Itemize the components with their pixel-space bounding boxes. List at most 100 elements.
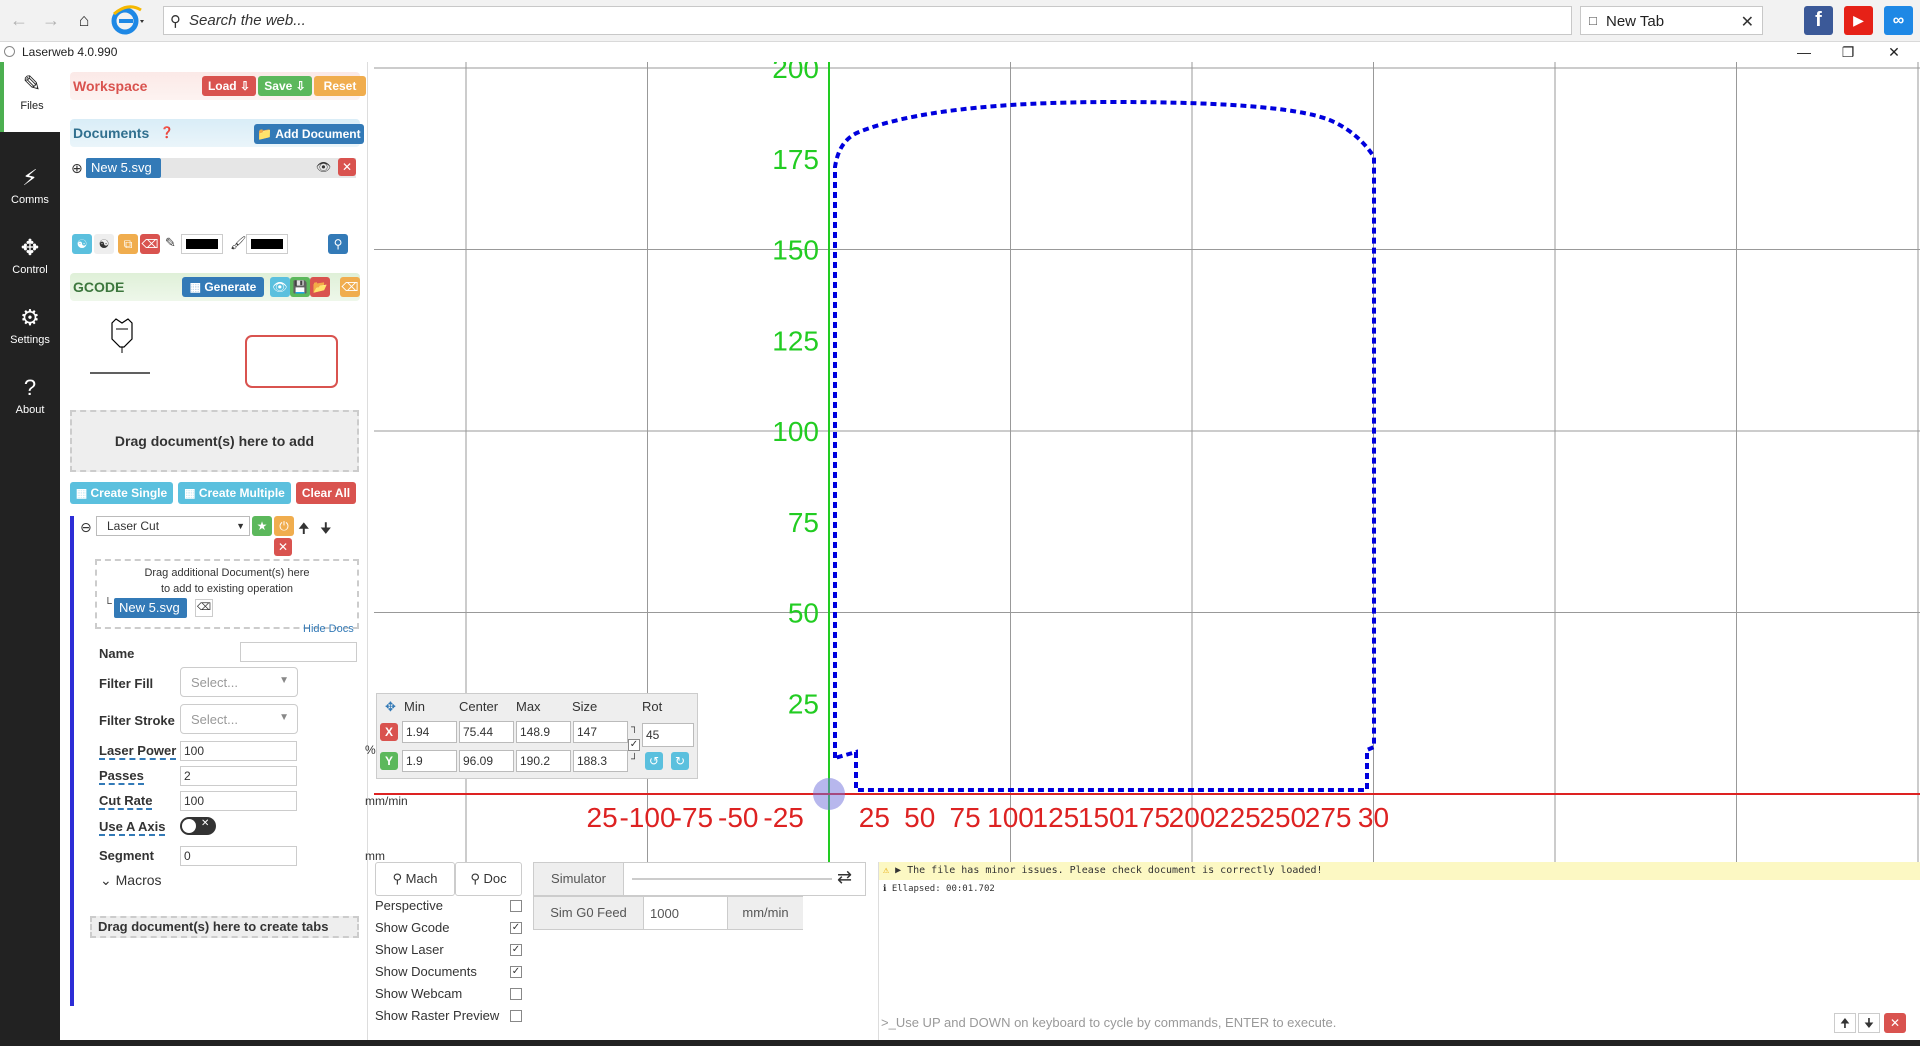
mach-view-button[interactable]: ⚲ Mach — [375, 862, 455, 896]
lock-aspect-checkbox[interactable]: ✓ — [628, 739, 640, 751]
extension-icon[interactable]: ∞ — [1884, 6, 1913, 35]
nav-files[interactable]: ✎ Files — [0, 62, 60, 132]
search-input[interactable] — [189, 10, 1559, 31]
name-field[interactable] — [240, 642, 357, 662]
reset-button[interactable]: Reset ⌫ — [314, 76, 366, 113]
nav-comms[interactable]: ⚡ Comms — [0, 156, 60, 226]
x-size-field[interactable] — [573, 721, 628, 743]
close-window-icon[interactable]: ✕ — [1874, 42, 1914, 62]
move-up-icon[interactable]: 🠉 — [298, 518, 310, 542]
doc-view-button[interactable]: ⚲ Doc — [455, 862, 522, 896]
view-option-row[interactable]: Show Documents ✓ — [375, 964, 522, 982]
document-shape-outline[interactable] — [833, 99, 1376, 792]
power-icon[interactable]: ⏻ — [274, 516, 294, 536]
swap-icon[interactable]: ⇄ — [837, 867, 852, 888]
forward-arrow-icon[interactable]: → — [40, 9, 62, 31]
history-down-icon[interactable]: 🠋 — [1858, 1013, 1880, 1033]
wand-icon[interactable]: ★ — [252, 516, 272, 536]
x-center-field[interactable] — [459, 721, 514, 743]
rotate-ccw-icon[interactable]: ↺ — [645, 752, 663, 770]
minimize-icon[interactable]: — — [1784, 42, 1824, 62]
select-all-icon[interactable]: ☯ — [72, 234, 92, 254]
view-option-checkbox[interactable] — [510, 900, 522, 912]
create-single-button[interactable]: ▦ Create Single — [70, 482, 173, 504]
filter-fill-select[interactable]: Select... ▼ — [180, 667, 298, 697]
expand-icon[interactable]: ⊕ — [71, 160, 83, 177]
facebook-icon[interactable]: f — [1804, 6, 1833, 35]
back-arrow-icon[interactable]: ← — [8, 9, 30, 31]
remove-document-icon[interactable]: ✕ — [338, 158, 356, 176]
clone-icon[interactable]: ⧉ — [118, 234, 138, 254]
search-bar[interactable]: ⚲ — [163, 6, 1572, 35]
zoom-search-icon[interactable]: ⚲ — [328, 234, 348, 254]
stroke-color-swatch[interactable] — [181, 234, 223, 254]
collapse-icon[interactable]: ⊖ — [80, 519, 92, 536]
view-option-checkbox[interactable] — [510, 988, 522, 1000]
view-option-checkbox[interactable]: ✓ — [510, 966, 522, 978]
view-option-checkbox[interactable]: ✓ — [510, 922, 522, 934]
command-input[interactable] — [895, 1015, 1796, 1030]
nav-control[interactable]: ✥ Control — [0, 226, 60, 296]
fill-color-swatch[interactable] — [246, 234, 288, 254]
nav-about[interactable]: ? About — [0, 366, 60, 436]
simulator-slider[interactable] — [632, 878, 832, 880]
y-size-field[interactable] — [573, 750, 628, 772]
sim-g0-feed-field[interactable] — [650, 903, 710, 923]
remove-doc-icon[interactable]: ⌫ — [195, 599, 213, 617]
y-min-field[interactable] — [402, 750, 457, 772]
filter-stroke-select[interactable]: Select... ▼ — [180, 704, 298, 734]
save-gcode-icon[interactable]: 💾 — [290, 277, 310, 297]
help-icon[interactable]: ❓ — [160, 126, 174, 139]
clear-console-icon[interactable]: ✕ — [1884, 1013, 1906, 1033]
nav-settings[interactable]: ⚙ Settings — [0, 296, 60, 366]
cut-rate-field[interactable] — [180, 791, 297, 811]
history-up-icon[interactable]: 🠉 — [1834, 1013, 1856, 1033]
operation-type-select[interactable]: Laser Cut ▼ — [96, 516, 250, 536]
deselect-icon[interactable]: ☯ — [94, 234, 114, 254]
view-option-row[interactable]: Show Webcam — [375, 986, 522, 1004]
document-drop-zone[interactable]: Drag document(s) here to add — [70, 410, 359, 472]
eye-icon[interactable]: 👁 — [316, 160, 331, 174]
view-option-row[interactable]: Show Gcode ✓ — [375, 920, 522, 938]
browser-logo-icon[interactable] — [111, 4, 145, 36]
rotate-cw-icon[interactable]: ↻ — [671, 752, 689, 770]
segment-field[interactable] — [180, 846, 297, 866]
view-option-row[interactable]: Show Laser ✓ — [375, 942, 522, 960]
clear-all-button[interactable]: Clear All — [296, 482, 356, 504]
rotation-field[interactable] — [642, 723, 694, 747]
close-tab-icon[interactable]: ✕ — [1741, 12, 1754, 32]
y-center-field[interactable] — [459, 750, 514, 772]
view-option-checkbox[interactable]: ✓ — [510, 944, 522, 956]
command-line[interactable]: >_ — [879, 1012, 1819, 1034]
view-gcode-icon[interactable]: 👁 — [270, 277, 290, 297]
x-max-field[interactable] — [516, 721, 571, 743]
use-a-axis-toggle[interactable]: ✕ — [180, 817, 216, 835]
load-gcode-icon[interactable]: 📂 — [310, 277, 330, 297]
view-option-row[interactable]: Perspective — [375, 898, 522, 916]
home-icon[interactable]: ⌂ — [73, 9, 95, 31]
passes-field[interactable] — [180, 766, 297, 786]
save-button[interactable]: Save ⇩ — [258, 76, 312, 96]
operation-document[interactable]: New 5.svg — [114, 598, 187, 618]
tabs-drop-zone[interactable]: Drag document(s) here to create tabs — [90, 916, 359, 938]
x-min-field[interactable] — [402, 721, 457, 743]
clear-gcode-icon[interactable]: ⌫ — [340, 277, 360, 297]
hide-docs-link[interactable]: Hide Docs — [303, 623, 354, 635]
view-option-checkbox[interactable] — [510, 1010, 522, 1022]
generate-button[interactable]: ▦ Generate — [182, 277, 264, 297]
youtube-icon[interactable]: ▶ — [1844, 6, 1873, 35]
document-item[interactable]: New 5.svg — [86, 158, 161, 178]
browser-tab[interactable]: □ New Tab ✕ — [1580, 6, 1763, 35]
load-button[interactable]: Load ⇩ — [202, 76, 256, 96]
view-option-row[interactable]: Show Raster Preview — [375, 1008, 522, 1026]
operation-drop-zone[interactable]: Drag additional Document(s) here to add … — [95, 559, 359, 629]
create-multiple-button[interactable]: ▦ Create Multiple — [178, 482, 291, 504]
add-document-button[interactable]: 📁 Add Document — [254, 124, 364, 144]
restore-icon[interactable]: ❐ — [1828, 42, 1868, 62]
laser-power-field[interactable] — [180, 741, 297, 761]
y-max-field[interactable] — [516, 750, 571, 772]
macros-toggle[interactable]: ⌄ Macros — [100, 872, 162, 889]
delete-icon[interactable]: ⌫ — [140, 234, 160, 254]
remove-operation-icon[interactable]: ✕ — [274, 538, 292, 556]
move-down-icon[interactable]: 🠋 — [320, 518, 332, 542]
